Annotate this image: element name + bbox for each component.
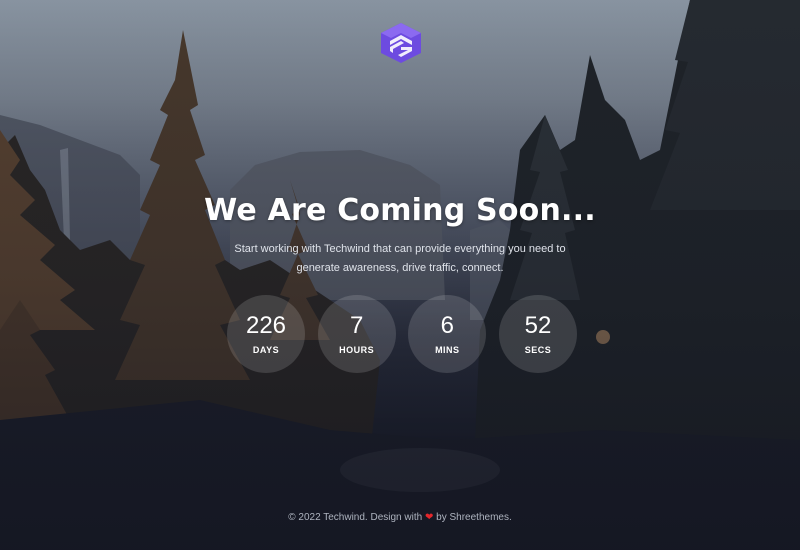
page-title: We Are Coming Soon... bbox=[204, 193, 596, 228]
footer-copyright: © 2022 Techwind. Design with ❤ by Shreet… bbox=[0, 512, 800, 523]
countdown-secs-label: SECS bbox=[524, 345, 552, 355]
countdown-hours-value: 7 bbox=[349, 312, 364, 339]
heart-icon: ❤ bbox=[424, 512, 434, 523]
techwind-logo-icon[interactable] bbox=[379, 22, 423, 64]
countdown-days-value: 226 bbox=[245, 312, 287, 339]
countdown-hours-label: HOURS bbox=[339, 345, 375, 355]
countdown-hours: 7 HOURS bbox=[317, 295, 396, 373]
footer-suffix: by Shreethemes. bbox=[436, 512, 512, 523]
countdown-mins-value: 6 bbox=[440, 312, 454, 339]
countdown-secs: 52 SECS bbox=[498, 295, 577, 373]
countdown-mins-label: MINS bbox=[435, 345, 460, 355]
countdown-days-label: DAYS bbox=[252, 345, 280, 355]
countdown-mins: 6 MINS bbox=[408, 295, 487, 373]
countdown-days: 226 DAYS bbox=[227, 295, 305, 373]
countdown-secs-value: 52 bbox=[524, 312, 552, 339]
footer-prefix: © 2022 Techwind. Design with bbox=[288, 512, 423, 523]
page-subtitle: Start working with Techwind that can pro… bbox=[234, 243, 566, 274]
countdown-timer: 226 DAYS 7 HOURS 6 MINS 52 SECS bbox=[227, 295, 577, 373]
